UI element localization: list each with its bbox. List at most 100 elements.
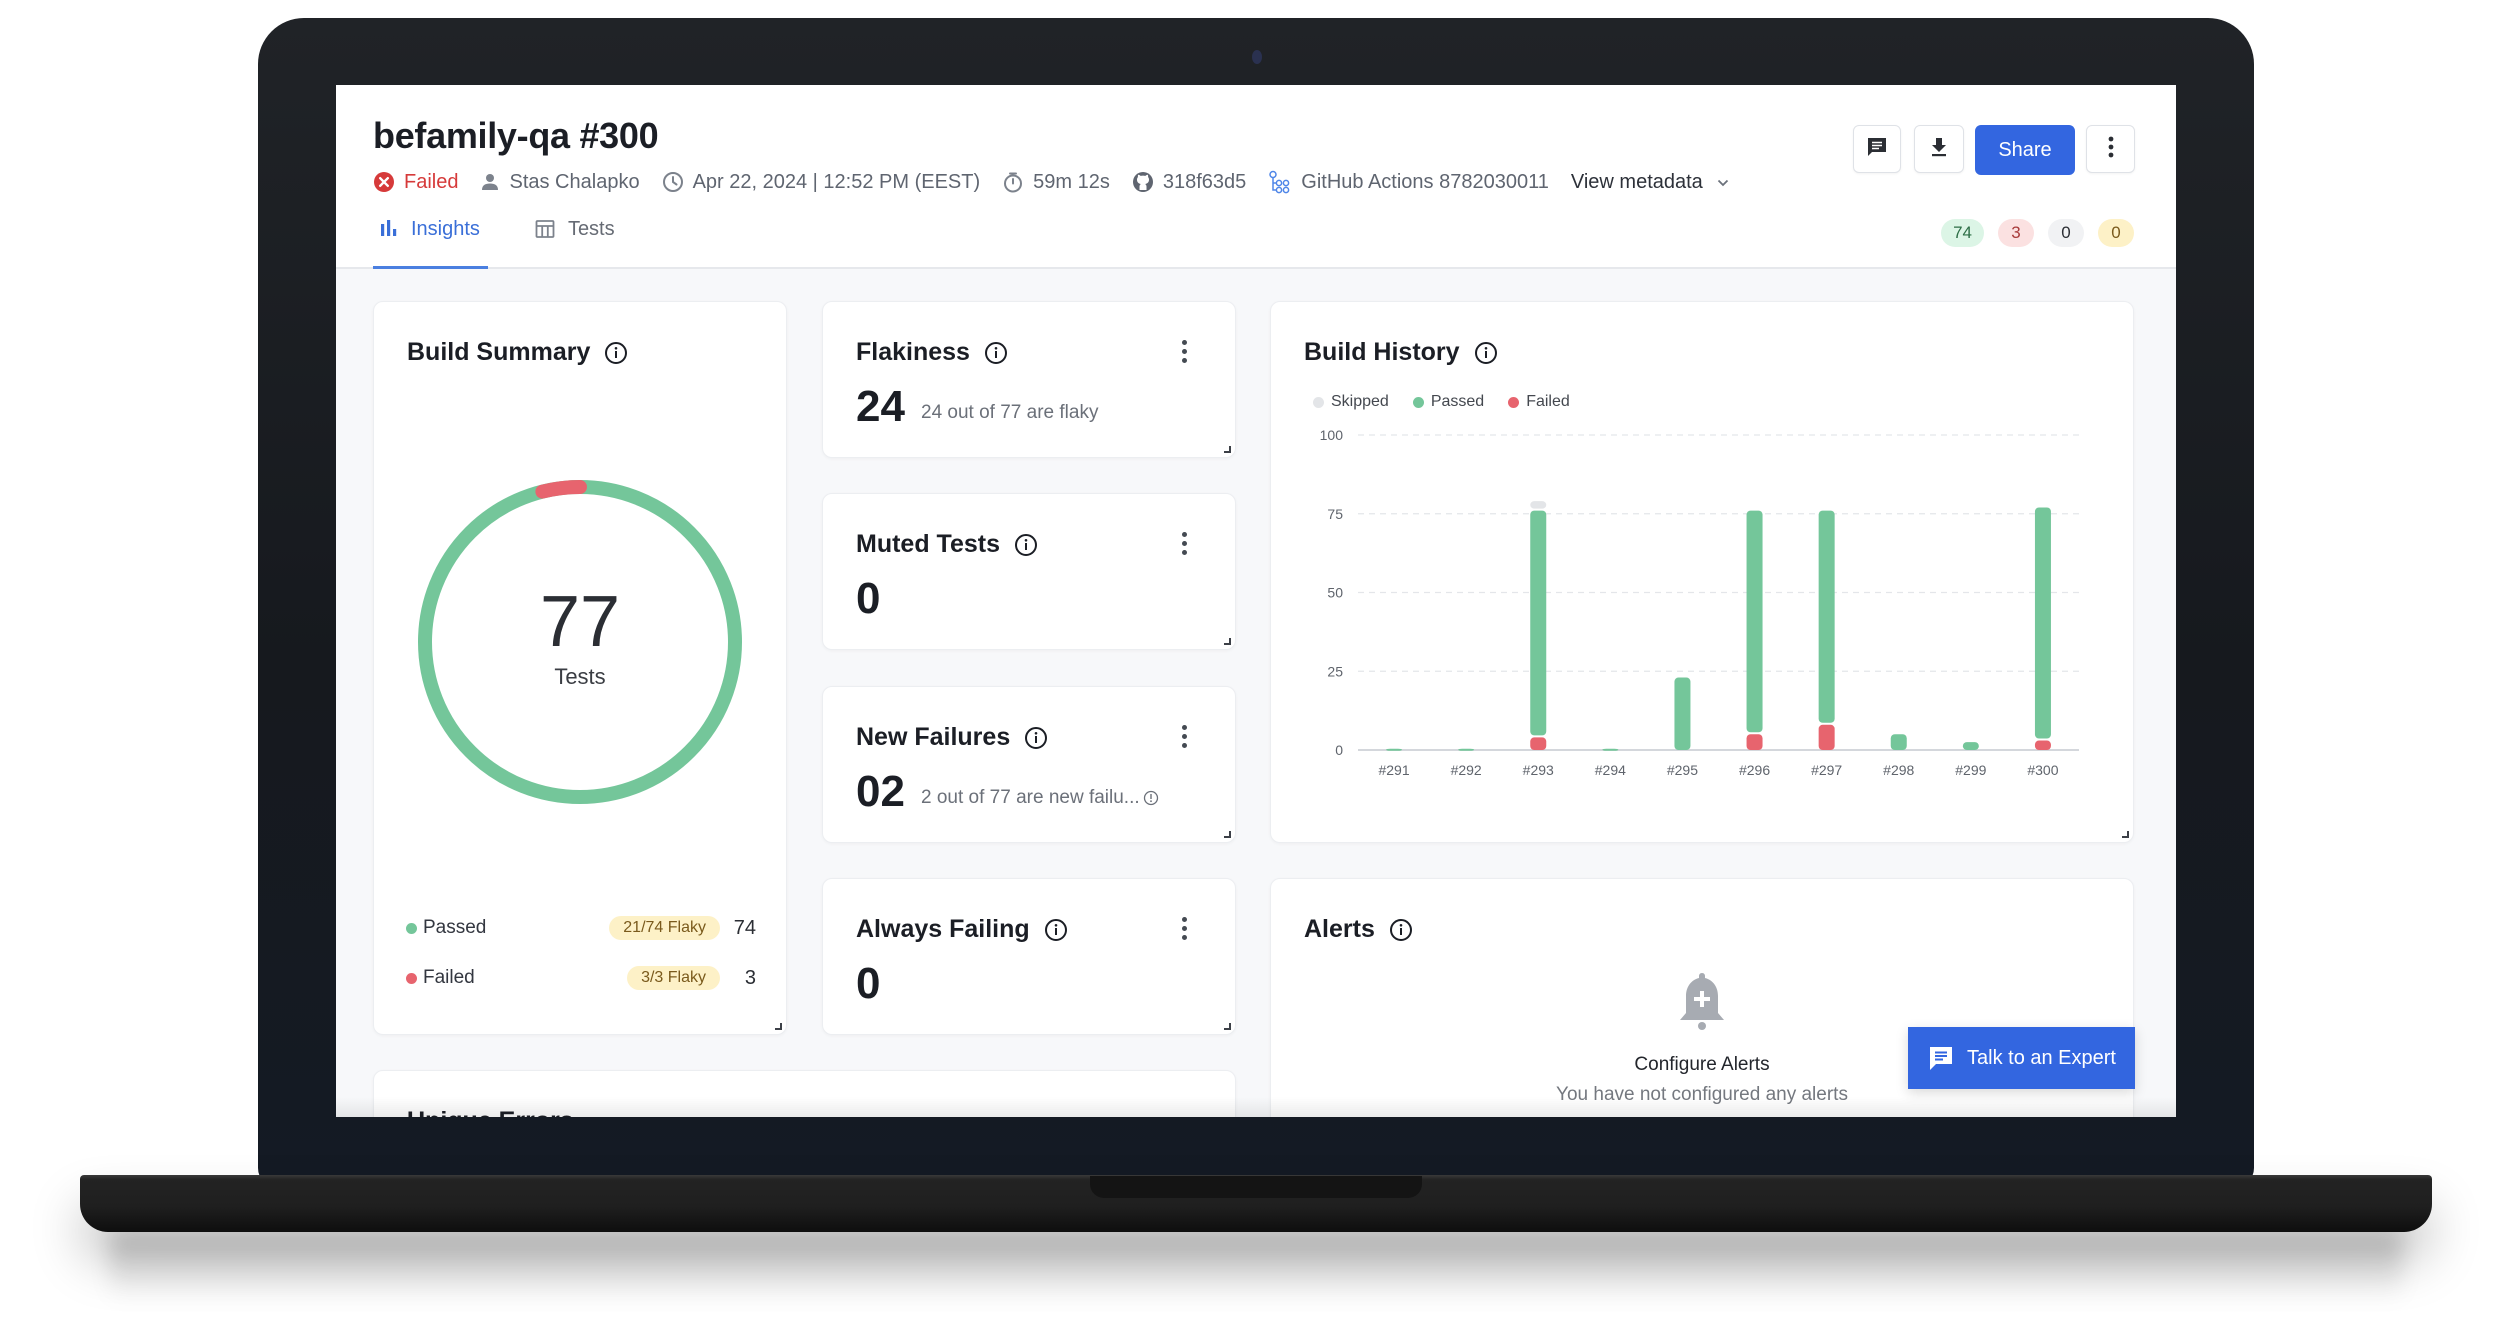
card-menu-button[interactable] [1179, 340, 1189, 363]
status-text: Failed [404, 170, 459, 193]
always-failing-title: Always Failing [856, 915, 1030, 943]
always-failing-value: 0 [856, 959, 881, 1008]
table-icon [534, 218, 556, 240]
page-title: befamily-qa #300 [373, 115, 659, 156]
more-options-button[interactable] [2086, 125, 2135, 173]
y-tick-label: 100 [1320, 427, 1344, 443]
resize-handle[interactable] [1224, 1023, 1231, 1030]
x-tick-label: #295 [1667, 762, 1698, 778]
info-icon[interactable] [984, 341, 1008, 365]
github-icon [1132, 171, 1154, 193]
commit-hash: 318f63d5 [1162, 170, 1247, 193]
datetime-text: Apr 22, 2024 | 12:52 PM (EEST) [692, 170, 981, 193]
card-menu-button[interactable] [1179, 532, 1189, 555]
row-label: Failed [423, 967, 475, 988]
alert-circle-icon[interactable] [1143, 790, 1159, 806]
status-badge: Failed [373, 171, 458, 194]
info-icon[interactable] [1044, 918, 1068, 942]
row-count: 3 [744, 966, 756, 989]
comment-button[interactable] [1853, 125, 1901, 173]
view-metadata-label: View metadata [1570, 170, 1703, 193]
total-tests-label: Tests [554, 664, 606, 689]
y-tick-label: 75 [1327, 506, 1343, 522]
x-tick-label: #297 [1811, 762, 1842, 778]
flaky-count-badge: 0 [2098, 219, 2134, 247]
card-title: Build Summary [407, 338, 628, 367]
muted-tests-title: Muted Tests [856, 530, 1000, 558]
x-tick-label: #296 [1739, 762, 1770, 778]
chevron-down-icon [1717, 174, 1729, 190]
bar-skipped [1530, 501, 1547, 509]
flaky-pill: 21/74 Flaky [609, 916, 720, 940]
info-icon[interactable] [1389, 918, 1413, 942]
card-title: Flakiness [856, 338, 1008, 367]
build-history-chart: 0 25 50 75 100 #291 #292 #293 #294 #295 #296 #297 #2… [1320, 427, 2079, 778]
bar-passed [1746, 510, 1763, 733]
new-failures-text: 2 out of 77 are new failu... [921, 787, 1140, 808]
x-tick-label: #291 [1378, 762, 1409, 778]
summary-row-failed[interactable]: Failed 3/3 Flaky 3 [406, 963, 756, 993]
chat-icon [1927, 1044, 1955, 1072]
share-button[interactable]: Share [1975, 125, 2075, 175]
talk-to-expert-button[interactable]: Talk to an Expert [1908, 1027, 2135, 1089]
summary-row-passed[interactable]: Passed 21/74 Flaky 74 [406, 913, 756, 943]
flaky-pill: 3/3 Flaky [627, 966, 720, 990]
view-metadata-dropdown[interactable]: View metadata [1571, 171, 1729, 194]
build-header: befamily-qa #300 Failed Stas Chalapko Ap… [336, 85, 2176, 269]
alerts-title: Alerts [1304, 915, 1375, 943]
x-tick-label: #300 [2027, 762, 2058, 778]
flakiness-title: Flakiness [856, 338, 970, 366]
bar-passed [1818, 510, 1835, 723]
info-icon[interactable] [604, 341, 628, 365]
row-label: Passed [423, 917, 487, 938]
bar-passed [1674, 677, 1691, 750]
tab-label: Insights [411, 218, 480, 240]
resize-handle[interactable] [775, 1023, 782, 1030]
bar-failed [2034, 740, 2051, 750]
new-failures-description: 2 out of 77 are new failu... [921, 787, 1159, 809]
person-icon [480, 172, 500, 192]
resize-handle[interactable] [1224, 831, 1231, 838]
screen-edge-fade [336, 1097, 2176, 1117]
tab-tests[interactable]: Tests [528, 217, 621, 269]
card-menu-button[interactable] [1179, 917, 1189, 940]
bar-failed [1818, 724, 1835, 750]
workflow-icon [1268, 170, 1292, 194]
tests-donut-chart: 77 Tests [410, 472, 750, 812]
bar-failed [1530, 737, 1547, 750]
resize-handle[interactable] [1224, 446, 1231, 453]
bar-passed [2034, 507, 2051, 739]
comment-icon [1865, 135, 1889, 164]
status-count-badges: 74 3 0 0 [1941, 219, 2134, 247]
resize-handle[interactable] [2122, 831, 2129, 838]
failed-count-badge: 3 [1998, 219, 2034, 247]
card-menu-button[interactable] [1179, 725, 1189, 748]
info-icon[interactable] [1024, 726, 1048, 750]
x-tick-label: #298 [1883, 762, 1914, 778]
resize-handle[interactable] [1224, 638, 1231, 645]
laptop-hinge-notch [1090, 1176, 1422, 1198]
flakiness-value: 24 [856, 382, 905, 431]
author-name: Stas Chalapko [509, 170, 640, 193]
total-tests-count: 77 [539, 582, 621, 662]
configure-alerts-link[interactable]: Configure Alerts [1634, 1054, 1769, 1076]
app-screen: befamily-qa #300 Failed Stas Chalapko Ap… [336, 85, 2176, 1117]
duration-text: 59m 12s [1033, 170, 1110, 193]
skipped-count-badge: 0 [2048, 219, 2084, 247]
tab-insights[interactable]: Insights [373, 217, 488, 269]
bar-failed [1746, 734, 1763, 750]
ci-link[interactable]: GitHub Actions 8782030011 [1268, 170, 1549, 194]
webcam [1252, 50, 1262, 64]
donut-center: 77 Tests [410, 472, 750, 812]
card-title: Alerts [1304, 915, 1413, 944]
y-tick-label: 50 [1327, 585, 1343, 601]
stopwatch-icon [1002, 171, 1024, 193]
bar-passed [1386, 748, 1403, 751]
card-title: New Failures [856, 723, 1048, 752]
build-duration: 59m 12s [1002, 171, 1110, 194]
info-icon[interactable] [1014, 533, 1038, 557]
download-button[interactable] [1914, 125, 1964, 173]
bell-plus-icon[interactable] [1676, 971, 1728, 1036]
author: Stas Chalapko [480, 170, 640, 194]
commit-link[interactable]: 318f63d5 [1132, 171, 1246, 194]
